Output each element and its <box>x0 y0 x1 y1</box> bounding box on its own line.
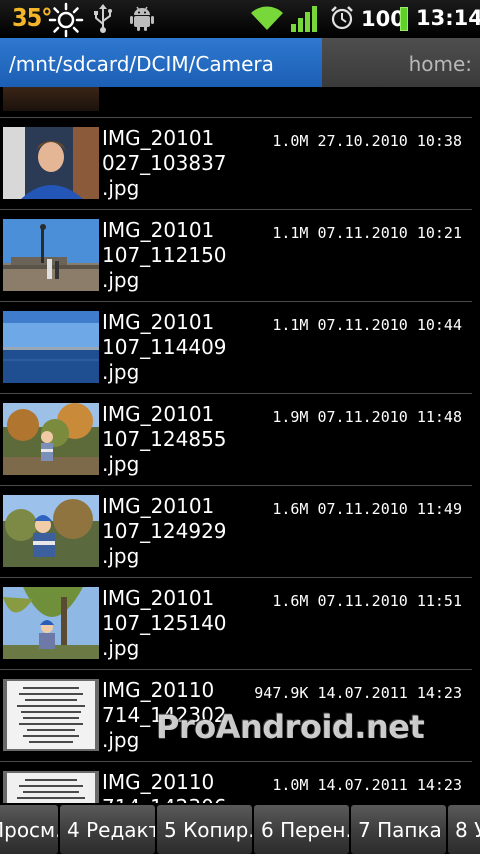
file-date: 07.11.2010 10:21 <box>317 224 463 242</box>
battery-percent: 100 <box>361 7 405 31</box>
file-size: 1.9M <box>272 408 309 426</box>
thumbnail-image <box>3 219 99 291</box>
file-date: 14.07.2011 14:23 <box>317 684 463 702</box>
file-info: 1.1M 07.11.2010 10:44 <box>272 316 462 334</box>
file-info: 947.9K 14.07.2011 14:23 <box>254 684 462 702</box>
battery-icon <box>400 7 408 31</box>
file-list-item[interactable]: IMG_20101 107_124929 .jpg 1.6M 07.11.2010… <box>0 486 480 578</box>
file-size: 1.0M <box>272 132 309 150</box>
file-date: 07.11.2010 10:44 <box>317 316 463 334</box>
thumbnail <box>3 87 99 111</box>
file-date: 07.11.2010 11:51 <box>317 592 463 610</box>
file-date: 07.11.2010 11:49 <box>317 500 463 518</box>
file-date: 27.10.2010 10:38 <box>317 132 463 150</box>
file-info: 1.1M 07.11.2010 10:21 <box>272 224 462 242</box>
status-bar: 35° 100 13:14 <box>0 0 480 38</box>
thumbnail-image <box>3 127 99 199</box>
file-info: 1.6M 07.11.2010 11:51 <box>272 592 462 610</box>
function-key-8[interactable]: 8 Удал. <box>448 805 480 854</box>
file-name: IMG_20110 714_142306 .jpg <box>102 770 227 803</box>
current-path-tab[interactable]: /mnt/sdcard/DCIM/Camera <box>0 38 322 87</box>
thumbnail-image <box>3 311 99 383</box>
file-size: 1.6M <box>272 592 309 610</box>
file-info: 1.9M 07.11.2010 11:48 <box>272 408 462 426</box>
panel-path-bar: /mnt/sdcard/DCIM/Camera home: <box>0 38 480 87</box>
clock: 13:14 <box>416 6 480 30</box>
function-key-6[interactable]: 6 Перен. <box>254 805 349 854</box>
function-key-5[interactable]: 5 Копир. <box>157 805 252 854</box>
thumbnail-image <box>3 403 99 475</box>
file-list[interactable]: IMG_20101 027_103837 .jpg 1.0M 27.10.2010… <box>0 87 480 803</box>
file-name: IMG_20101 107_125140 .jpg <box>102 586 227 660</box>
sun-icon <box>48 2 84 42</box>
file-list-item[interactable]: IMG_20101 107_125140 .jpg 1.6M 07.11.2010… <box>0 578 480 670</box>
file-info: 1.0M 27.10.2010 10:38 <box>272 132 462 150</box>
signal-icon <box>291 6 319 36</box>
file-size: 1.0M <box>272 776 309 794</box>
file-list-item[interactable]: IMG_20101 107_112150 .jpg 1.1M 07.11.2010… <box>0 210 480 302</box>
file-list-item[interactable]: IMG_20101 107_124855 .jpg 1.9M 07.11.2010… <box>0 394 480 486</box>
partial-list-item[interactable] <box>0 87 480 117</box>
file-size: 1.1M <box>272 316 309 334</box>
function-key-4[interactable]: 4 Редакт <box>60 805 155 854</box>
thumbnail-image <box>3 771 99 803</box>
file-info: 1.6M 07.11.2010 11:49 <box>272 500 462 518</box>
temperature-text: 35° <box>12 3 53 32</box>
file-size: 1.6M <box>272 500 309 518</box>
file-size: 947.9K <box>254 684 309 702</box>
thumbnail-image <box>3 679 99 751</box>
file-name: IMG_20101 027_103837 .jpg <box>102 126 227 200</box>
alarm-icon <box>330 5 354 35</box>
file-date: 14.07.2011 14:23 <box>317 776 463 794</box>
function-key-3[interactable]: 3 Просм. <box>0 805 58 854</box>
file-size: 1.1M <box>272 224 309 242</box>
usb-icon <box>92 4 114 38</box>
file-list-item[interactable]: IMG_20101 027_103837 .jpg 1.0M 27.10.2010… <box>0 118 480 210</box>
file-date: 07.11.2010 11:48 <box>317 408 463 426</box>
file-name: IMG_20101 107_124929 .jpg <box>102 494 227 568</box>
thumbnail-image <box>3 587 99 659</box>
file-name: IMG_20101 107_124855 .jpg <box>102 402 227 476</box>
wifi-icon <box>251 5 283 35</box>
file-list-item[interactable]: IMG_20110 714_142306 .jpg 1.0M 14.07.2011… <box>0 762 480 803</box>
screen: 35° 100 13:14 /mnt/sdcard/DCIM/Camera ho… <box>0 0 480 854</box>
function-key-7[interactable]: 7 Папка <box>351 805 446 854</box>
file-name: IMG_20101 107_114409 .jpg <box>102 310 227 384</box>
file-info: 1.0M 14.07.2011 14:23 <box>272 776 462 794</box>
android-debug-icon <box>130 6 154 36</box>
file-name: IMG_20101 107_112150 .jpg <box>102 218 227 292</box>
other-panel-tab[interactable]: home: <box>322 38 480 87</box>
watermark: ProAndroid.net <box>156 708 425 746</box>
file-list-item[interactable]: IMG_20101 107_114409 .jpg 1.1M 07.11.2010… <box>0 302 480 394</box>
thumbnail-image <box>3 495 99 567</box>
function-key-bar: 3 Просм.4 Редакт5 Копир.6 Перен.7 Папка8… <box>0 803 480 854</box>
